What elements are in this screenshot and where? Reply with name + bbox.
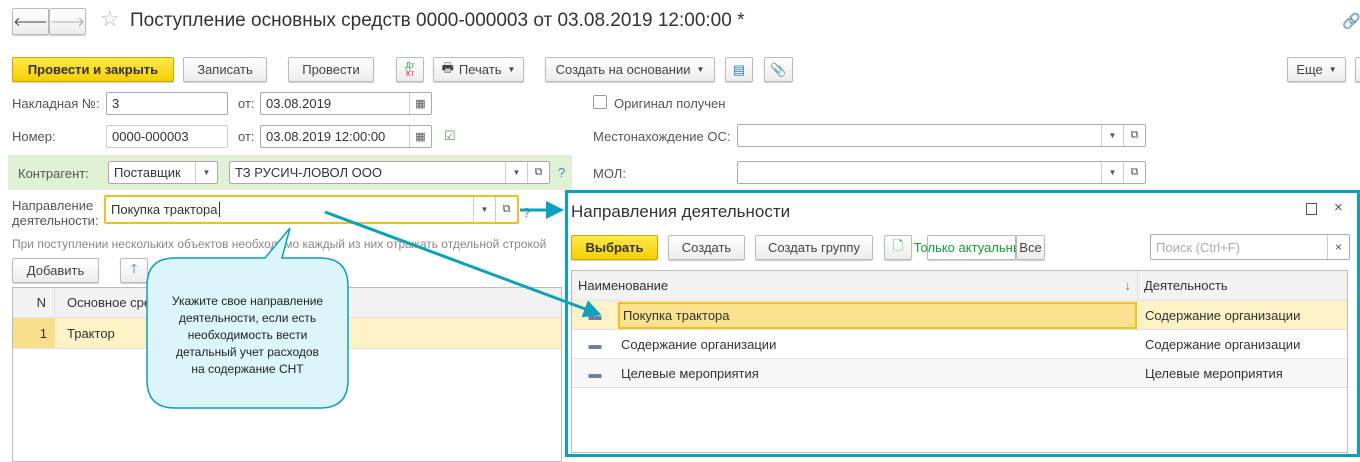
callout-line: Укажите свое направление <box>171 294 324 308</box>
annotation-overlay <box>146 201 602 409</box>
callout-line: детальный учет расходов <box>176 345 319 359</box>
callout-line: необходимость вести <box>187 328 308 342</box>
callout-line: деятельности, если есть <box>178 311 317 325</box>
callout-line: на содержание СНТ <box>191 362 304 376</box>
arrow-to-row <box>324 210 602 318</box>
callout-text: Укажите свое направление деятельности, е… <box>150 293 345 378</box>
